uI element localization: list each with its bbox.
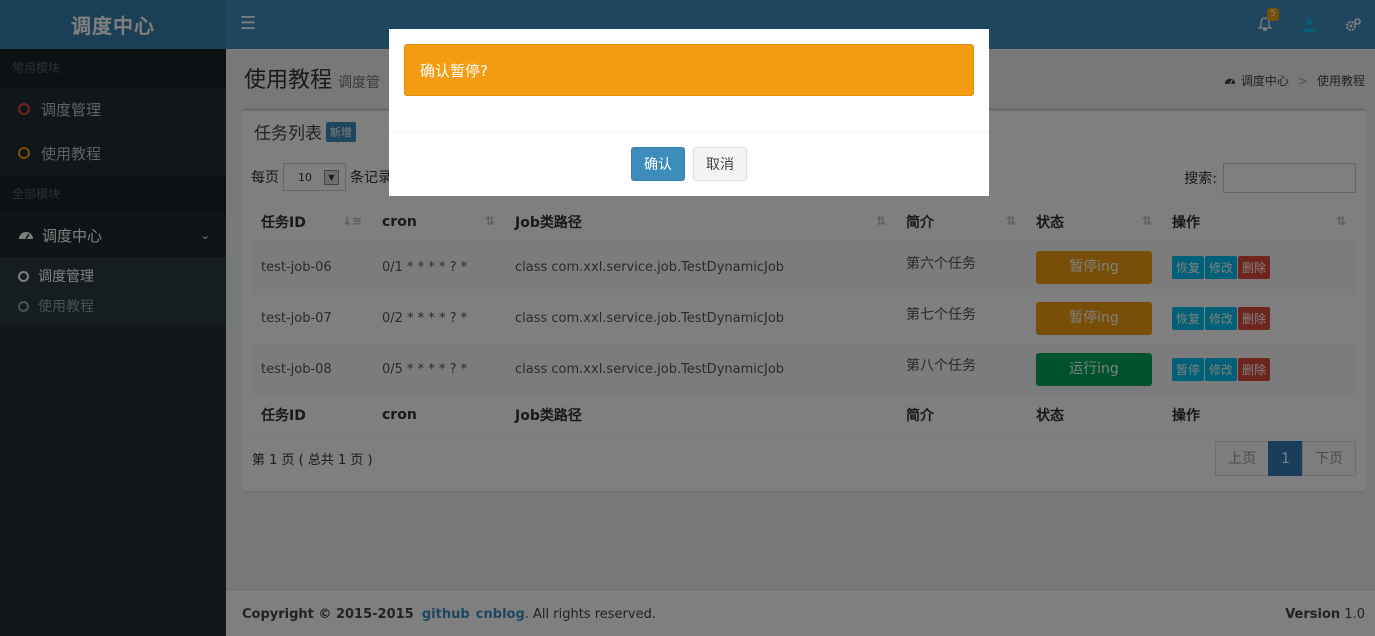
dialog-buttons: 确认 取消 bbox=[389, 147, 989, 181]
dialog-message: 确认暂停? bbox=[404, 44, 974, 96]
confirm-dialog: 确认暂停? 确认 取消 bbox=[389, 29, 989, 196]
confirm-button[interactable]: 确认 bbox=[631, 147, 685, 181]
cancel-button[interactable]: 取消 bbox=[693, 147, 747, 181]
dialog-divider bbox=[389, 131, 989, 132]
